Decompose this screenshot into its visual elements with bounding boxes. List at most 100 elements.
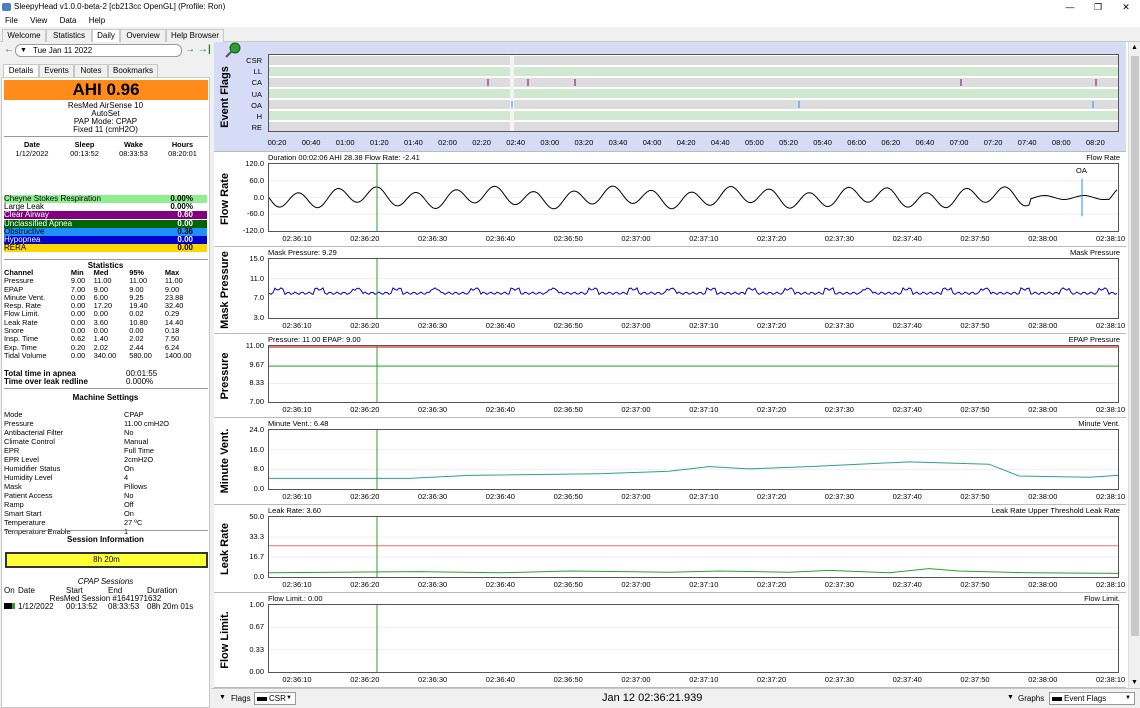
graph-info: Leak Rate: 3.60 <box>268 506 321 515</box>
scroll-down-icon[interactable]: ▼ <box>1131 679 1138 686</box>
menu-view[interactable]: View <box>30 14 47 27</box>
subtab-bookmarks[interactable]: Bookmarks <box>108 64 158 77</box>
event-flags-plot[interactable] <box>268 54 1119 132</box>
scrollbar-thumb[interactable] <box>1131 56 1139 636</box>
session-bar[interactable]: 8h 20m <box>5 552 208 568</box>
graph-plot[interactable] <box>268 345 1119 403</box>
x-tick: 02:36:50 <box>553 675 583 684</box>
graphs-button[interactable]: Graphs <box>1018 694 1044 703</box>
last-day-button[interactable]: →| <box>198 44 211 55</box>
header-wake: Wake <box>123 140 143 149</box>
x-tick: 02:37:50 <box>960 492 990 501</box>
value-date: 1/12/2022 <box>15 149 49 158</box>
x-tick: 02:38:00 <box>1028 580 1058 589</box>
graph-plot[interactable] <box>268 258 1119 319</box>
tab-help-browser[interactable]: Help Browser <box>166 29 224 42</box>
graphs-scrollbar[interactable]: ▲ ▼ <box>1128 42 1140 688</box>
session-row[interactable]: 1/12/2022 00:13:52 08:33:53 08h 20m 01s <box>4 602 207 611</box>
event-flags-select[interactable]: Event Flags ▼ <box>1049 692 1135 705</box>
event-flags-xtick: 03:00 <box>540 138 560 147</box>
tab-welcome[interactable]: Welcome <box>2 29 46 42</box>
sessions-header: On Date Start End Duration <box>4 586 207 595</box>
event-flag-label: OA <box>251 100 262 110</box>
graph-plot[interactable] <box>268 604 1119 673</box>
minimize-button[interactable]: — <box>1056 0 1084 14</box>
x-tick: 02:36:20 <box>350 321 380 330</box>
setting-row: Smart Start On <box>4 509 207 518</box>
x-tick: 02:37:10 <box>689 492 719 501</box>
y-tick: 0.67 <box>249 622 264 632</box>
menu-data[interactable]: Data <box>60 14 77 27</box>
y-tick: 50.0 <box>249 512 264 521</box>
session-start: 00:13:52 <box>66 602 98 611</box>
next-day-button[interactable]: → <box>185 44 195 55</box>
flags-button[interactable]: Flags <box>231 694 251 703</box>
tab-daily[interactable]: Daily <box>92 29 120 43</box>
chevron-down-icon[interactable]: ▼ <box>1007 694 1014 701</box>
graph-plot[interactable] <box>268 429 1119 490</box>
y-tick: 9.67 <box>249 359 264 369</box>
divider <box>4 530 208 531</box>
setting-label: EPR <box>4 446 20 455</box>
x-tick: 02:38:00 <box>1028 234 1058 243</box>
event-flag-label: CSR <box>246 56 262 65</box>
settings-title: Machine Settings <box>72 393 139 402</box>
graph-plot[interactable] <box>268 163 1119 232</box>
x-tick: 02:37:10 <box>689 675 719 684</box>
x-tick: 02:37:20 <box>756 405 787 414</box>
date-selector[interactable]: ▼ Tue Jan 11 2022 <box>15 44 182 57</box>
x-tick: 02:37:40 <box>892 675 922 684</box>
x-tick: 02:36:30 <box>417 580 448 589</box>
graph-panel-5: Flow Limit. Flow Limit.: 0.00 Flow Limit. 1… <box>214 593 1126 688</box>
graph-plot[interactable] <box>268 516 1119 578</box>
subtab-events[interactable]: Events <box>39 64 74 77</box>
x-tick: 02:36:30 <box>417 405 448 414</box>
tab-statistics[interactable]: Statistics <box>46 29 92 42</box>
setting-label: Humidity Level <box>4 473 53 482</box>
close-button[interactable]: ✕ <box>1112 0 1140 14</box>
event-flags-xtick: 06:40 <box>915 138 935 147</box>
pin-icon[interactable] <box>224 42 241 58</box>
date-value: Tue Jan 11 2022 <box>33 46 93 55</box>
chevron-down-icon[interactable]: ▼ <box>219 694 226 701</box>
x-tick: 02:37:50 <box>960 675 990 684</box>
event-flags-xtick: 00:20 <box>267 138 287 147</box>
prev-day-button[interactable]: ← <box>4 44 14 55</box>
graph-panel-1: Mask Pressure Mask Pressure: 9.29 Mask Pre… <box>214 247 1126 334</box>
setting-label: Antibacterial Filter <box>4 428 64 437</box>
event-flags-panel: Event Flags CSR LL CA UA OA H RE 00:20 00:40 01:… <box>214 42 1126 152</box>
tab-overview[interactable]: Overview <box>120 29 166 42</box>
x-tick: 02:37:40 <box>892 405 922 414</box>
x-tick: 02:37:40 <box>892 234 922 243</box>
x-tick: 02:36:50 <box>553 492 583 501</box>
subtab-details[interactable]: Details <box>3 64 39 77</box>
maximize-button[interactable]: ❐ <box>1084 0 1112 14</box>
session-title: Session Information <box>67 535 144 544</box>
stats-row: Tidal Volume 0.00 340.00 580.00 1400.00 <box>4 351 207 360</box>
csr-select[interactable]: CSR ▼ <box>254 692 296 705</box>
graph-info: Mask Pressure: 9.29 <box>268 248 337 257</box>
leak-redline-row: Time over leak redline 0.000% <box>4 378 207 386</box>
x-tick: 02:37:30 <box>824 492 854 501</box>
session-date: 1/12/2022 <box>18 602 54 611</box>
scroll-up-icon[interactable]: ▲ <box>1131 44 1138 51</box>
session-toggle[interactable] <box>4 603 15 609</box>
x-tick: 02:38:10 <box>1095 321 1126 330</box>
setting-row: Pressure 11.00 cmH2O <box>4 419 207 428</box>
setting-row: Climate Control Manual <box>4 437 207 446</box>
x-tick: 02:36:40 <box>485 405 515 414</box>
event-flags-xtick: 01:00 <box>335 138 355 147</box>
chevron-down-icon: ▼ <box>1125 695 1131 701</box>
event-flags-xtick: 00:40 <box>301 138 321 147</box>
menu-help[interactable]: Help <box>89 14 105 27</box>
event-flags-xtick: 01:20 <box>369 138 389 147</box>
y-tick: 0.00 <box>249 667 264 676</box>
csr-label: CSR <box>269 694 286 703</box>
x-tick: 02:37:10 <box>689 405 719 414</box>
cursor-time: Jan 12 02:36:21.939 <box>602 692 703 704</box>
subtab-notes[interactable]: Notes <box>74 64 108 77</box>
y-tick: 16.7 <box>249 552 264 561</box>
graph-panel-0: Flow Rate Duration 00:02:06 AHI 28.38 Flo… <box>214 152 1126 247</box>
event-flag-label: UA <box>251 89 262 99</box>
menu-file[interactable]: File <box>5 14 18 27</box>
